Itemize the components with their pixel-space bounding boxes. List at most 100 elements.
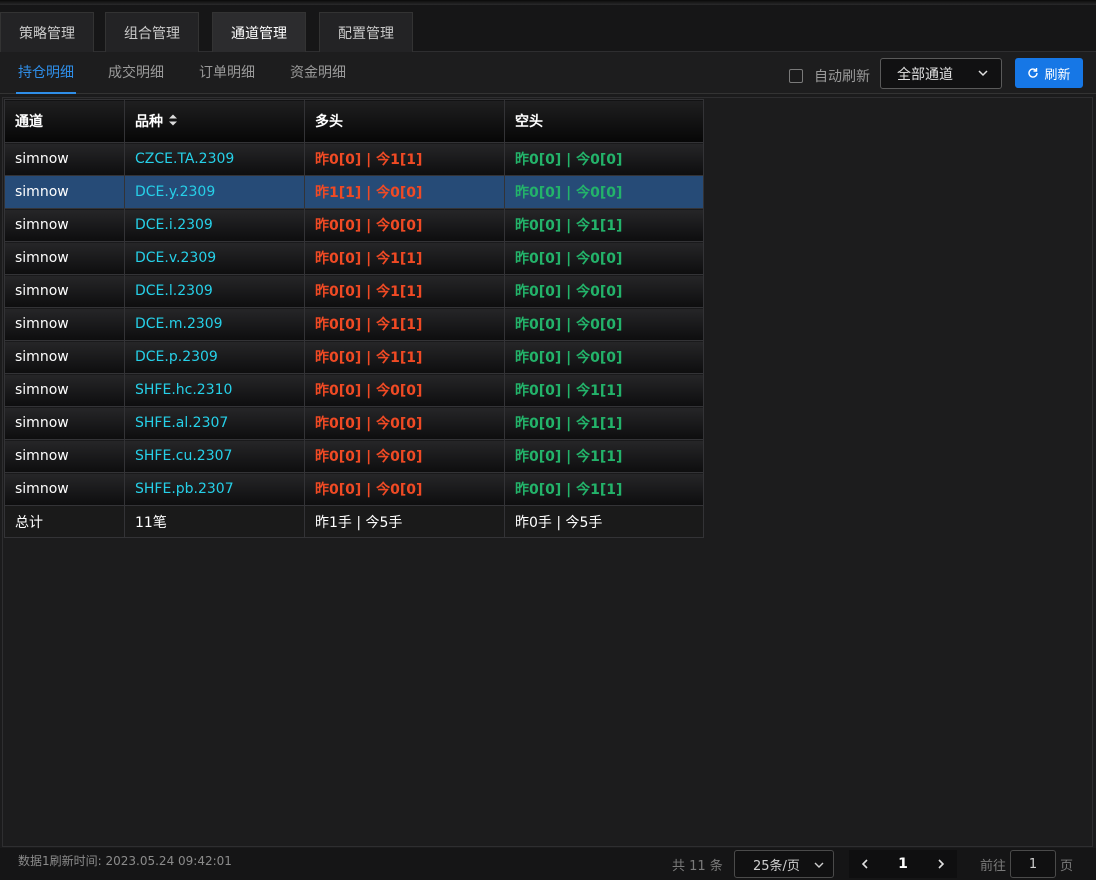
header-channel[interactable]: 通道 [4,99,125,143]
cell-symbol: DCE.i.2309 [124,208,305,242]
tab-position-detail[interactable]: 持仓明细 [16,52,76,94]
tab-order-detail[interactable]: 订单明细 [199,52,255,94]
header-symbol-label: 品种 [135,114,163,130]
cell-long: 昨0[0] | 今1[1] [304,274,505,308]
cell-short: 昨0[0] | 今1[1] [504,439,704,473]
cell-channel: simnow [4,175,125,209]
cell-short: 昨0[0] | 今0[0] [504,241,704,275]
cell-long: 昨0[0] | 今1[1] [304,340,505,374]
cell-short: 昨0[0] | 今0[0] [504,175,704,209]
tab-trade-detail[interactable]: 成交明细 [108,52,164,94]
cell-channel: simnow [4,439,125,473]
cell-symbol: DCE.l.2309 [124,274,305,308]
refresh-button[interactable]: 刷新 [1015,58,1083,88]
cell-short: 昨0[0] | 今0[0] [504,274,704,308]
cell-long: 昨0[0] | 今1[1] [304,307,505,341]
tab-strategy-management[interactable]: 策略管理 [0,12,94,52]
sub-tab-bar: 持仓明细 成交明细 订单明细 资金明细 自动刷新 全部通道 刷新 [0,52,1096,94]
auto-refresh-checkbox[interactable] [789,69,803,83]
goto-page-input[interactable]: 1 [1010,850,1056,878]
cell-symbol: SHFE.hc.2310 [124,373,305,407]
channel-select[interactable]: 全部通道 [880,58,1002,89]
cell-channel: simnow [4,406,125,440]
table-row[interactable]: simnow DCE.p.2309 昨0[0] | 今1[1] 昨0[0] | … [4,340,704,374]
table-header-row: 通道 品种 多头 空头 [4,99,704,143]
page-size-value: 25条/页 [753,858,800,874]
current-page[interactable]: 1 [898,856,908,872]
cell-long: 昨1[1] | 今0[0] [304,175,505,209]
cell-short: 昨0[0] | 今0[0] [504,142,704,176]
cell-long: 昨0[0] | 今0[0] [304,472,505,506]
cell-long: 昨0[0] | 今1[1] [304,142,505,176]
table-row[interactable]: simnow DCE.m.2309 昨0[0] | 今1[1] 昨0[0] | … [4,307,704,341]
table-row[interactable]: simnow SHFE.pb.2307 昨0[0] | 今0[0] 昨0[0] … [4,472,704,506]
tab-config-management[interactable]: 配置管理 [319,12,413,52]
pagination: 1 [849,850,957,878]
cell-channel: simnow [4,208,125,242]
table-row[interactable]: simnow CZCE.TA.2309 昨0[0] | 今1[1] 昨0[0] … [4,142,704,176]
table-row[interactable]: simnow SHFE.al.2307 昨0[0] | 今0[0] 昨0[0] … [4,406,704,440]
goto-suffix: 页 [1060,859,1074,874]
refresh-time: 数据1刷新时间: 2023.05.24 09:42:01 [18,854,232,868]
table-row[interactable]: simnow DCE.l.2309 昨0[0] | 今1[1] 昨0[0] | … [4,274,704,308]
auto-refresh-toggle[interactable]: 自动刷新 [789,66,870,86]
cell-symbol: SHFE.pb.2307 [124,472,305,506]
cell-long: 昨0[0] | 今0[0] [304,439,505,473]
sort-icon[interactable] [168,113,178,131]
cell-symbol: SHFE.cu.2307 [124,439,305,473]
table-row[interactable]: simnow SHFE.hc.2310 昨0[0] | 今0[0] 昨0[0] … [4,373,704,407]
chevron-right-icon[interactable] [935,858,947,870]
cell-symbol: DCE.m.2309 [124,307,305,341]
top-stripe [0,0,1096,5]
refresh-icon [1027,67,1039,79]
header-long[interactable]: 多头 [304,99,505,143]
cell-short: 昨0[0] | 今1[1] [504,472,704,506]
footer-bar: 数据1刷新时间: 2023.05.24 09:42:01 共 11 条 25条/… [0,848,1096,880]
cell-short: 昨0[0] | 今1[1] [504,208,704,242]
cell-long: 昨0[0] | 今0[0] [304,406,505,440]
total-label: 总计 [4,505,125,538]
goto-label: 前往 [980,859,1007,874]
page-size-select[interactable]: 25条/页 [734,850,834,878]
cell-long: 昨0[0] | 今0[0] [304,208,505,242]
pagination-total: 共 11 条 [672,859,723,874]
cell-symbol: DCE.p.2309 [124,340,305,374]
total-count-cell: 11笔 [124,505,305,538]
cell-short: 昨0[0] | 今1[1] [504,406,704,440]
table-row[interactable]: simnow DCE.v.2309 昨0[0] | 今1[1] 昨0[0] | … [4,241,704,275]
cell-channel: simnow [4,373,125,407]
header-short[interactable]: 空头 [504,99,704,143]
total-long: 昨1手 | 今5手 [304,505,505,538]
table-row-selected[interactable]: simnow DCE.y.2309 昨1[1] | 今0[0] 昨0[0] | … [4,175,704,209]
auto-refresh-label: 自动刷新 [814,69,870,85]
tab-portfolio-management[interactable]: 组合管理 [105,12,199,52]
cell-channel: simnow [4,472,125,506]
cell-symbol: DCE.y.2309 [124,175,305,209]
cell-symbol: SHFE.al.2307 [124,406,305,440]
chevron-down-icon [977,67,989,83]
header-symbol[interactable]: 品种 [124,99,305,143]
cell-short: 昨0[0] | 今0[0] [504,307,704,341]
cell-channel: simnow [4,241,125,275]
tab-channel-management[interactable]: 通道管理 [212,12,306,52]
cell-long: 昨0[0] | 今0[0] [304,373,505,407]
chevron-left-icon[interactable] [859,858,871,870]
position-table: 通道 品种 多头 空头 simnow CZCE.TA.2309 昨0[0] | … [4,99,704,538]
position-table-panel: 通道 品种 多头 空头 simnow CZCE.TA.2309 昨0[0] | … [2,97,1093,847]
tab-fund-detail[interactable]: 资金明细 [290,52,346,94]
cell-short: 昨0[0] | 今1[1] [504,373,704,407]
table-row[interactable]: simnow SHFE.cu.2307 昨0[0] | 今0[0] 昨0[0] … [4,439,704,473]
chevron-down-icon [813,859,825,875]
cell-long: 昨0[0] | 今1[1] [304,241,505,275]
refresh-label: 刷新 [1044,67,1071,83]
table-row[interactable]: simnow DCE.i.2309 昨0[0] | 今0[0] 昨0[0] | … [4,208,704,242]
total-short: 昨0手 | 今5手 [504,505,704,538]
cell-short: 昨0[0] | 今0[0] [504,340,704,374]
channel-select-value: 全部通道 [897,66,953,83]
cell-symbol: CZCE.TA.2309 [124,142,305,176]
table-total-row: 总计 11笔 昨1手 | 今5手 昨0手 | 今5手 [4,505,704,538]
main-tab-bar: 策略管理 组合管理 通道管理 配置管理 [0,0,1096,52]
cell-symbol: DCE.v.2309 [124,241,305,275]
cell-channel: simnow [4,340,125,374]
cell-channel: simnow [4,274,125,308]
